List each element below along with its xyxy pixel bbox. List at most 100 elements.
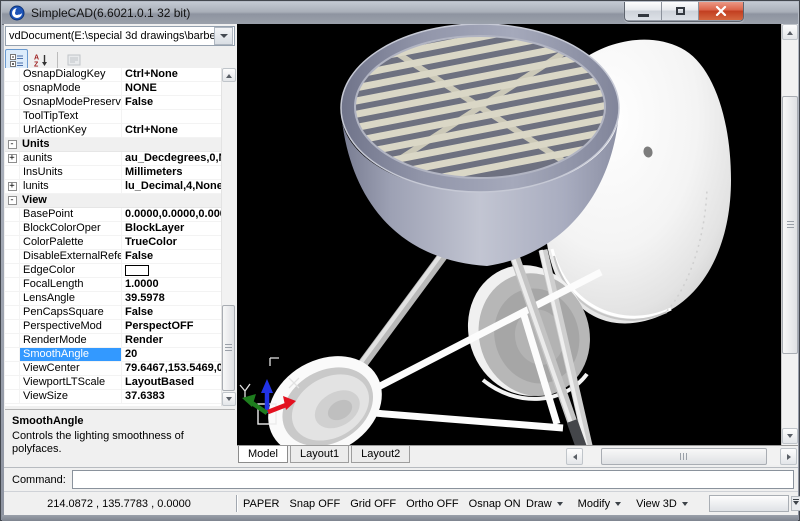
property-row[interactable]: ColorPaletteTrueColor	[5, 236, 222, 250]
arrow-right-icon	[787, 454, 794, 460]
description-title: SmoothAngle	[12, 415, 228, 427]
modify-menu[interactable]: Modify	[578, 498, 621, 510]
alphabetical-sort-icon: A Z	[34, 53, 48, 67]
expand-icon[interactable]: +	[8, 182, 17, 191]
thumb-grip-icon	[680, 453, 688, 460]
property-value: 37.6383	[122, 390, 222, 403]
dropdown-arrow-icon	[557, 502, 563, 509]
svg-text:A: A	[34, 54, 39, 61]
scroll-down-button[interactable]	[782, 428, 798, 444]
property-name: LensAngle	[20, 292, 122, 305]
property-grid: OsnapDialogKeyCtrl+None osnapModeNONE Os…	[5, 68, 236, 406]
command-input[interactable]	[72, 470, 794, 489]
scroll-up-button[interactable]	[782, 24, 798, 40]
status-dropdown-button[interactable]	[791, 496, 800, 511]
property-name: ToolTipText	[20, 110, 122, 123]
arrow-left-icon	[570, 454, 577, 460]
viewport-horizontal-scrollbar[interactable]	[566, 448, 797, 465]
property-name: SmoothAngle	[20, 348, 122, 361]
tab-layout2[interactable]: Layout2	[351, 446, 410, 463]
tab-layout1[interactable]: Layout1	[290, 446, 349, 463]
property-row[interactable]: osnapModeNONE	[5, 82, 222, 96]
property-value: 1.0000	[122, 278, 222, 291]
expand-icon[interactable]: +	[8, 154, 17, 163]
view3d-menu[interactable]: View 3D	[636, 498, 688, 510]
drawing-viewport[interactable]	[237, 24, 781, 445]
property-category-row[interactable]: -View	[5, 194, 222, 208]
scroll-right-button[interactable]	[780, 448, 797, 465]
property-row[interactable]: PerspectiveModPerspectOFF	[5, 320, 222, 334]
app-window: SimpleCAD(6.6021.0.1 32 bit) vdDocument(…	[0, 0, 800, 521]
dropdown-arrow-icon	[682, 502, 688, 509]
property-row[interactable]: UrlActionKeyCtrl+None	[5, 124, 222, 138]
scrollbar-thumb[interactable]	[601, 448, 767, 465]
property-value: False	[122, 96, 222, 109]
arrow-up-icon	[226, 71, 232, 78]
property-name: PerspectiveMod	[20, 320, 122, 333]
property-row[interactable]: OsnapModePreserveFalse	[5, 96, 222, 110]
property-value: au_Decdegrees,0,No	[122, 152, 222, 165]
property-description-panel: SmoothAngle Controls the lighting smooth…	[5, 409, 235, 465]
property-grid-scrollbar[interactable]	[221, 68, 236, 406]
scroll-up-button[interactable]	[222, 68, 236, 82]
arrow-up-icon	[787, 28, 793, 35]
property-row[interactable]: ViewportLTScaleLayoutBased	[5, 376, 222, 390]
categorized-view-button[interactable]	[5, 49, 28, 70]
properties-panel: vdDocument(E:\special 3d drawings\barbec…	[4, 24, 237, 467]
property-name: EdgeColor	[20, 264, 122, 277]
combo-dropdown-button[interactable]	[214, 27, 233, 45]
close-button[interactable]	[699, 2, 743, 20]
toggle-grid[interactable]: Grid OFF	[350, 498, 396, 510]
scroll-down-button[interactable]	[222, 392, 236, 406]
property-name: UrlActionKey	[20, 124, 122, 137]
property-row[interactable]: LensAngle39.5978	[5, 292, 222, 306]
edge-color-swatch[interactable]	[125, 265, 149, 276]
property-name: ViewCenter	[20, 362, 122, 375]
collapse-icon[interactable]: -	[8, 196, 17, 205]
property-row[interactable]: FocalLength1.0000	[5, 278, 222, 292]
property-row[interactable]: +aunitsau_Decdegrees,0,No	[5, 152, 222, 166]
arrow-down-icon	[787, 434, 793, 441]
property-value: Millimeters	[122, 166, 222, 179]
property-row[interactable]: DisableExternalReferFalse	[5, 250, 222, 264]
property-row[interactable]: ViewCenter79.6467,153.5469,0.0	[5, 362, 222, 376]
document-selector-value: vdDocument(E:\special 3d drawings\barbec…	[6, 30, 214, 42]
scrollbar-thumb[interactable]	[782, 96, 798, 354]
property-value: 39.5978	[122, 292, 222, 305]
thumb-grip-icon	[787, 221, 794, 229]
property-row-selected[interactable]: SmoothAngle20	[5, 348, 222, 362]
chevron-down-icon	[220, 34, 228, 42]
property-row[interactable]: BlockColorOperBlockLayer	[5, 222, 222, 236]
alphabetical-view-button[interactable]: A Z	[29, 49, 52, 70]
property-row[interactable]: EdgeColor	[5, 264, 222, 278]
close-icon	[715, 6, 727, 16]
maximize-button[interactable]	[662, 2, 699, 20]
property-name: OsnapModePreserve	[20, 96, 122, 109]
viewport-vertical-scrollbar[interactable]	[781, 24, 798, 445]
toggle-paper[interactable]: PAPER	[243, 498, 279, 510]
collapse-icon[interactable]: -	[8, 140, 17, 149]
property-row[interactable]: +lunitslu_Decimal,4,None	[5, 180, 222, 194]
minimize-button[interactable]	[625, 2, 662, 20]
layout-tab-strip: Model Layout1 Layout2	[237, 445, 798, 467]
property-row[interactable]: ToolTipText	[5, 110, 222, 124]
property-row[interactable]: BasePoint0.0000,0.0000,0.000	[5, 208, 222, 222]
property-name: ViewportLTScale	[20, 376, 122, 389]
property-row[interactable]: OsnapDialogKeyCtrl+None	[5, 68, 222, 82]
toggle-ortho[interactable]: Ortho OFF	[406, 498, 459, 510]
svg-text:Z: Z	[34, 61, 39, 67]
tab-model[interactable]: Model	[238, 446, 288, 463]
toggle-snap[interactable]: Snap OFF	[289, 498, 340, 510]
property-row[interactable]: PenCapsSquareFalse	[5, 306, 222, 320]
property-category-row[interactable]: -Units	[5, 138, 222, 152]
toggle-osnap[interactable]: Osnap ON	[469, 498, 521, 510]
property-row[interactable]: RenderModeRender	[5, 334, 222, 348]
title-bar[interactable]: SimpleCAD(6.6021.0.1 32 bit)	[2, 2, 798, 25]
property-row[interactable]: ViewSize37.6383	[5, 390, 222, 404]
draw-menu[interactable]: Draw	[526, 498, 563, 510]
scrollbar-thumb[interactable]	[222, 305, 235, 391]
scroll-left-button[interactable]	[566, 448, 583, 465]
property-row[interactable]: InsUnitsMillimeters	[5, 166, 222, 180]
property-value: Render	[122, 334, 222, 347]
document-selector[interactable]: vdDocument(E:\special 3d drawings\barbec…	[5, 26, 235, 46]
